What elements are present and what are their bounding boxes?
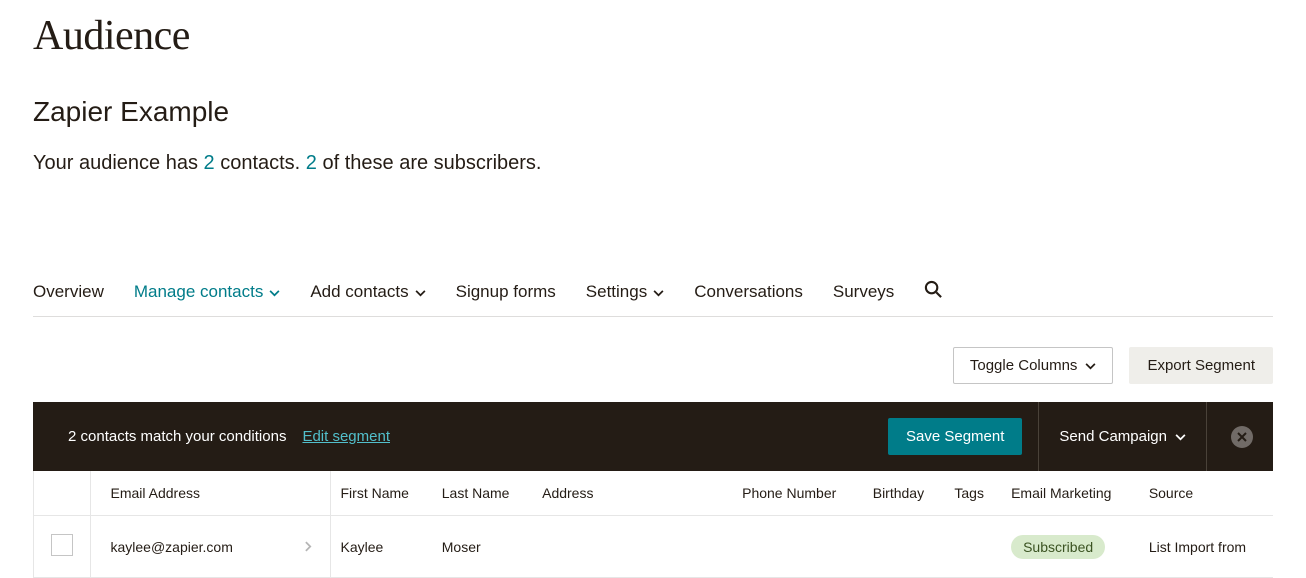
actions-row: Toggle Columns Export Segment bbox=[33, 347, 1273, 384]
header-email-marketing[interactable]: Email Marketing bbox=[1001, 471, 1139, 516]
divider bbox=[1206, 402, 1207, 471]
page-title: Audience bbox=[33, 12, 1273, 60]
header-address[interactable]: Address bbox=[532, 471, 732, 516]
chevron-down-icon bbox=[269, 282, 280, 302]
export-segment-button[interactable]: Export Segment bbox=[1129, 347, 1273, 384]
row-checkbox[interactable] bbox=[51, 534, 73, 556]
row-email-marketing: Subscribed bbox=[1001, 516, 1139, 578]
tab-add-contacts-label: Add contacts bbox=[310, 282, 408, 302]
subscribers-count[interactable]: 2 bbox=[306, 152, 317, 174]
audience-summary: Your audience has 2 contacts. 2 of these… bbox=[33, 152, 1273, 175]
tab-settings[interactable]: Settings bbox=[586, 282, 664, 302]
row-checkbox-cell bbox=[34, 516, 90, 578]
search-icon[interactable] bbox=[924, 280, 943, 304]
send-campaign-label: Send Campaign bbox=[1059, 428, 1167, 445]
header-checkbox bbox=[34, 471, 90, 516]
chevron-down-icon bbox=[415, 282, 426, 302]
save-segment-button[interactable]: Save Segment bbox=[888, 418, 1022, 455]
tabs-nav: Overview Manage contacts Add contacts Si… bbox=[33, 280, 1273, 317]
segment-bar: 2 contacts match your conditions Edit se… bbox=[33, 402, 1273, 471]
row-tags bbox=[944, 516, 1001, 578]
contacts-count[interactable]: 2 bbox=[204, 152, 215, 174]
chevron-right-icon bbox=[305, 539, 312, 555]
tab-manage-contacts[interactable]: Manage contacts bbox=[134, 282, 280, 302]
table-header-row: Email Address First Name Last Name Addre… bbox=[34, 471, 1273, 516]
summary-suffix: of these are subscribers. bbox=[317, 152, 542, 174]
header-birthday[interactable]: Birthday bbox=[863, 471, 945, 516]
row-address bbox=[532, 516, 732, 578]
chevron-down-icon bbox=[653, 282, 664, 302]
row-last-name: Moser bbox=[432, 516, 532, 578]
tab-overview[interactable]: Overview bbox=[33, 282, 104, 302]
row-email-cell[interactable]: kaylee@zapier.com bbox=[90, 516, 330, 578]
header-tags[interactable]: Tags bbox=[944, 471, 1001, 516]
audience-name: Zapier Example bbox=[33, 96, 1273, 128]
summary-prefix: Your audience has bbox=[33, 152, 204, 174]
contacts-table: Email Address First Name Last Name Addre… bbox=[34, 471, 1273, 578]
row-birthday bbox=[863, 516, 945, 578]
chevron-down-icon bbox=[1175, 428, 1186, 445]
row-source: List Import from bbox=[1139, 516, 1273, 578]
tab-manage-contacts-label: Manage contacts bbox=[134, 282, 263, 302]
match-conditions-text: 2 contacts match your conditions bbox=[68, 428, 286, 445]
tab-surveys[interactable]: Surveys bbox=[833, 282, 894, 302]
header-source[interactable]: Source bbox=[1139, 471, 1273, 516]
header-phone[interactable]: Phone Number bbox=[732, 471, 863, 516]
summary-mid: contacts. bbox=[215, 152, 306, 174]
status-badge: Subscribed bbox=[1011, 535, 1105, 559]
header-email[interactable]: Email Address bbox=[90, 471, 330, 516]
table-row[interactable]: kaylee@zapier.com Kaylee Moser Subscribe… bbox=[34, 516, 1273, 578]
row-email: kaylee@zapier.com bbox=[111, 539, 233, 555]
toggle-columns-label: Toggle Columns bbox=[970, 357, 1078, 374]
header-first-name[interactable]: First Name bbox=[330, 471, 432, 516]
chevron-down-icon bbox=[1085, 357, 1096, 374]
row-first-name: Kaylee bbox=[330, 516, 432, 578]
close-icon[interactable] bbox=[1231, 426, 1253, 448]
edit-segment-link[interactable]: Edit segment bbox=[302, 428, 390, 445]
row-phone bbox=[732, 516, 863, 578]
header-last-name[interactable]: Last Name bbox=[432, 471, 532, 516]
tab-conversations[interactable]: Conversations bbox=[694, 282, 803, 302]
divider bbox=[1038, 402, 1039, 471]
tab-add-contacts[interactable]: Add contacts bbox=[310, 282, 425, 302]
tab-signup-forms[interactable]: Signup forms bbox=[456, 282, 556, 302]
toggle-columns-button[interactable]: Toggle Columns bbox=[953, 347, 1114, 384]
tab-settings-label: Settings bbox=[586, 282, 647, 302]
send-campaign-button[interactable]: Send Campaign bbox=[1055, 428, 1190, 445]
